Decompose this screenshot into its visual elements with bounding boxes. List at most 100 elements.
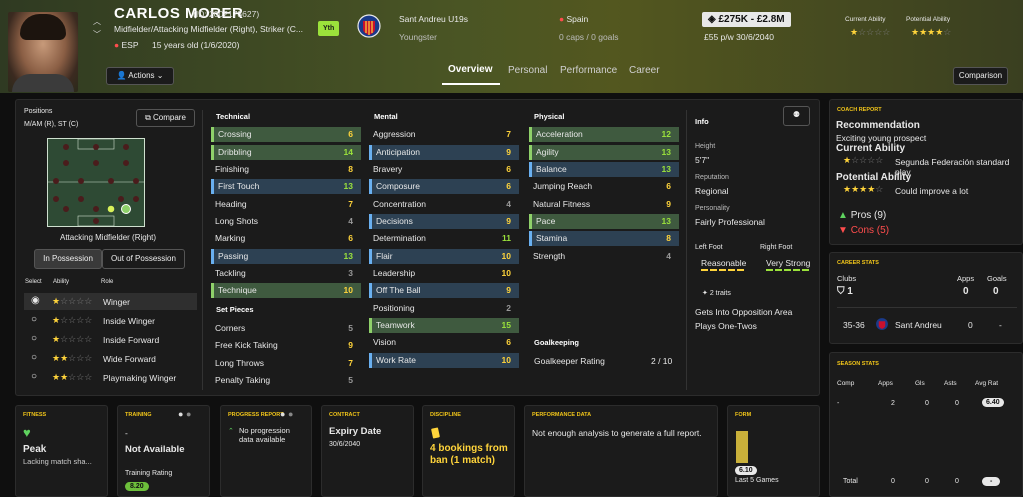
- toggle-dots-icon[interactable]: ● ●: [178, 409, 191, 419]
- attr-balance[interactable]: Balance 13: [529, 162, 679, 177]
- season-total-rating: -: [982, 477, 1001, 486]
- attr-crossing[interactable]: Crossing 6: [211, 127, 361, 142]
- season-cell: 0: [955, 400, 959, 407]
- attr-free-kick[interactable]: Free Kick Taking 9: [211, 338, 361, 353]
- attr-positioning[interactable]: Positioning 2: [369, 301, 519, 316]
- attr-work-rate[interactable]: Work Rate 10: [369, 353, 519, 368]
- attr-technique[interactable]: Technique 10: [211, 283, 361, 298]
- form-bar: [736, 431, 748, 463]
- position-pitch[interactable]: [47, 138, 145, 227]
- pros-item[interactable]: ▲ Pros (9): [838, 210, 886, 221]
- role-name[interactable]: Inside Winger: [103, 316, 155, 326]
- attr-long-throws[interactable]: Long Throws 7: [211, 356, 361, 371]
- attr-passing[interactable]: Passing 13: [211, 249, 361, 264]
- positions-title: Positions: [24, 108, 53, 115]
- attr-concentration[interactable]: Concentration 4: [369, 197, 519, 212]
- reputation-label: Reputation: [695, 174, 729, 181]
- heart-icon: ♥: [23, 425, 31, 440]
- role-name[interactable]: Wide Forward: [103, 354, 156, 364]
- attr-aggression[interactable]: Aggression 7: [369, 127, 519, 142]
- career-goals: -: [999, 320, 1002, 330]
- attr-natural-fitness[interactable]: Natural Fitness 9: [529, 197, 679, 212]
- tab-personal[interactable]: Personal: [508, 65, 547, 76]
- divider: [686, 110, 687, 390]
- tag-icon: ◈: [708, 14, 716, 25]
- compare-button[interactable]: ⧉ Compare: [136, 109, 195, 127]
- discipline-text: 4 bookings from ban (1 match): [430, 443, 508, 466]
- attr-strength[interactable]: Strength 4: [529, 249, 679, 264]
- attr-bravery[interactable]: Bravery 6: [369, 162, 519, 177]
- people-icon[interactable]: ⚉: [783, 106, 810, 126]
- role-name[interactable]: Playmaking Winger: [103, 373, 176, 383]
- training-rating-label: Training Rating: [125, 470, 173, 477]
- attr-finishing[interactable]: Finishing 8: [211, 162, 361, 177]
- contract-card[interactable]: [321, 405, 414, 497]
- attr-agility[interactable]: Agility 13: [529, 145, 679, 160]
- chevron-up-icon[interactable]: ︿: [93, 16, 101, 27]
- height-value: 5'7": [695, 155, 710, 165]
- club-crest-icon[interactable]: [357, 13, 381, 39]
- radio-icon[interactable]: ○: [31, 371, 37, 382]
- radio-icon[interactable]: ○: [31, 352, 37, 363]
- apps-label: Apps: [957, 274, 975, 283]
- attr-penalty[interactable]: Penalty Taking 5: [211, 373, 361, 388]
- season-cell: -: [837, 400, 840, 407]
- role-stars: ★☆☆☆☆: [52, 315, 93, 325]
- role-name[interactable]: Inside Forward: [103, 335, 159, 345]
- attr-acceleration[interactable]: Acceleration 12: [529, 127, 679, 142]
- attr-first-touch[interactable]: First Touch 13: [211, 179, 361, 194]
- club-name[interactable]: Sant Andreu U19s: [399, 14, 468, 24]
- toggle-dots-icon[interactable]: ● ●: [280, 409, 293, 419]
- coach-ca-text: Segunda Federación standard play: [895, 157, 1010, 177]
- trait-item[interactable]: Plays One-Twos: [695, 321, 757, 331]
- attr-leadership[interactable]: Leadership 10: [369, 266, 519, 281]
- apps-total: 0: [963, 286, 969, 297]
- career-club[interactable]: Sant Andreu: [895, 320, 942, 330]
- season-cell: 0: [955, 478, 959, 485]
- tab-underline: [442, 83, 500, 85]
- nation-dot-icon: ●: [559, 14, 565, 24]
- season-col: Comp: [837, 380, 855, 387]
- comparison-button[interactable]: Comparison: [953, 67, 1008, 85]
- attr-marking[interactable]: Marking 6: [211, 231, 361, 246]
- player-portrait: [8, 12, 78, 92]
- role-name[interactable]: Winger: [103, 297, 130, 307]
- coach-pa-label: Potential Ability: [836, 172, 912, 183]
- trait-item[interactable]: Gets Into Opposition Area: [695, 307, 792, 317]
- attr-tackling[interactable]: Tackling 3: [211, 266, 361, 281]
- attr-decisions[interactable]: Decisions 9: [369, 214, 519, 229]
- out-of-possession-toggle[interactable]: Out of Possession: [102, 249, 185, 269]
- attr-vision[interactable]: Vision 6: [369, 335, 519, 350]
- nationality[interactable]: ● Spain: [559, 14, 588, 24]
- attr-off-the-ball[interactable]: Off The Ball 9: [369, 283, 519, 298]
- tab-overview[interactable]: Overview: [448, 64, 492, 75]
- tab-career[interactable]: Career: [629, 65, 660, 76]
- recommendation-text: Exciting young prospect: [836, 133, 927, 143]
- attr-dribbling[interactable]: Dribbling 14: [211, 145, 361, 160]
- in-possession-toggle[interactable]: In Possession: [34, 249, 102, 269]
- cons-item[interactable]: ▼ Cons (5): [838, 225, 889, 236]
- tab-performance[interactable]: Performance: [560, 65, 617, 76]
- attr-heading[interactable]: Heading 7: [211, 197, 361, 212]
- radio-icon[interactable]: ○: [31, 314, 37, 325]
- right-foot-bar: [766, 269, 810, 271]
- actions-button[interactable]: 👤 Actions ⌄: [106, 67, 174, 85]
- performance-data-card[interactable]: [524, 405, 718, 497]
- progress-report-card[interactable]: [220, 405, 312, 497]
- attr-anticipation[interactable]: Anticipation 9: [369, 145, 519, 160]
- attr-pace[interactable]: Pace 13: [529, 214, 679, 229]
- attr-flair[interactable]: Flair 10: [369, 249, 519, 264]
- attr-composure[interactable]: Composure 6: [369, 179, 519, 194]
- attr-corners[interactable]: Corners 5: [211, 321, 361, 336]
- attr-teamwork[interactable]: Teamwork 15: [369, 318, 519, 333]
- attr-long-shots[interactable]: Long Shots 4: [211, 214, 361, 229]
- attr-determination[interactable]: Determination 11: [369, 231, 519, 246]
- form-value: 6.10: [735, 466, 757, 475]
- chevron-down-icon[interactable]: ﹀: [93, 29, 101, 40]
- radio-selected-icon[interactable]: ◉: [31, 295, 40, 306]
- attr-jumping-reach[interactable]: Jumping Reach 6: [529, 179, 679, 194]
- coach-ca-label: Current Ability: [836, 143, 906, 154]
- career-stats-title: CAREER STATS: [837, 260, 879, 266]
- radio-icon[interactable]: ○: [31, 333, 37, 344]
- attr-stamina[interactable]: Stamina 8: [529, 231, 679, 246]
